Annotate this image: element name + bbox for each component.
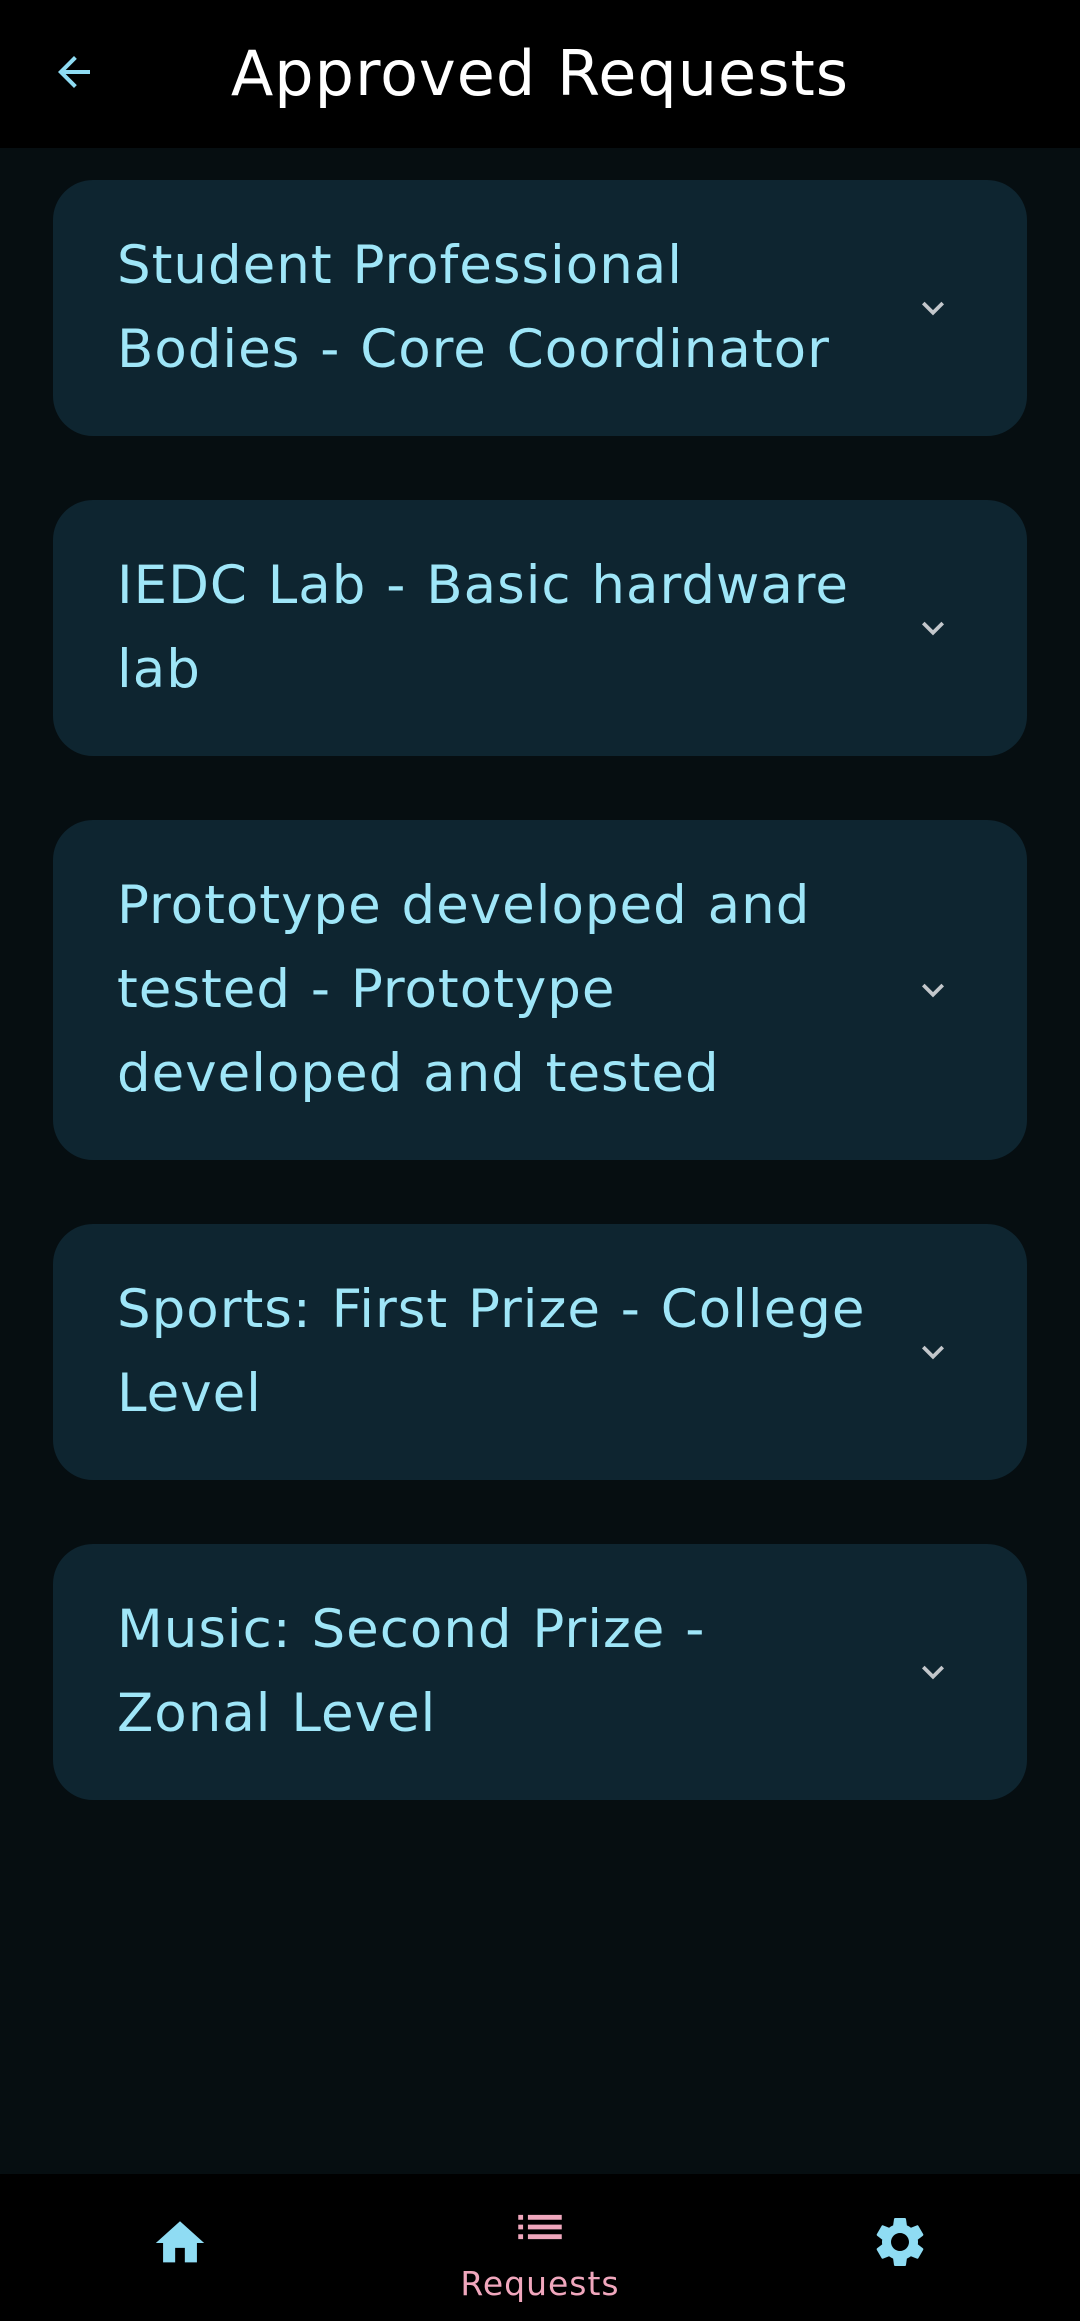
home-icon [155, 2221, 205, 2263]
request-title: IEDC Lab - Basic hardware lab [117, 555, 850, 700]
chevron-down-icon[interactable] [911, 1330, 955, 1374]
page-title: Approved Requests [230, 37, 850, 110]
app-screen: Approved Requests Student Professional B… [0, 0, 1080, 2321]
request-title: Student Professional Bodies - Core Coord… [117, 235, 830, 380]
request-card[interactable]: Sports: First Prize - College Level [53, 1224, 1027, 1480]
bottom-navigation-bar: Requests [0, 2174, 1080, 2321]
approved-requests-list: Student Professional Bodies - Core Coord… [53, 180, 1027, 1864]
nav-label-requests: Requests [460, 2264, 620, 2303]
nav-item-requests[interactable]: Requests [440, 2174, 640, 2321]
chevron-down-icon[interactable] [911, 286, 955, 330]
request-card[interactable]: Music: Second Prize - Zonal Level [53, 1544, 1027, 1800]
nav-item-home[interactable] [80, 2174, 280, 2321]
chevron-down-icon[interactable] [911, 606, 955, 650]
request-title: Prototype developed and tested - Prototy… [117, 875, 811, 1104]
chevron-down-icon[interactable] [911, 1650, 955, 1694]
request-title: Music: Second Prize - Zonal Level [117, 1599, 706, 1744]
request-card[interactable]: IEDC Lab - Basic hardware lab [53, 500, 1027, 756]
nav-item-settings[interactable] [800, 2174, 1000, 2321]
request-title: Sports: First Prize - College Level [117, 1279, 866, 1424]
top-app-bar: Approved Requests [0, 0, 1080, 148]
chevron-down-icon[interactable] [911, 968, 955, 1012]
request-card[interactable]: Student Professional Bodies - Core Coord… [53, 180, 1027, 436]
request-card[interactable]: Prototype developed and tested - Prototy… [53, 820, 1027, 1160]
gear-icon [876, 2218, 924, 2266]
list-icon [518, 2214, 562, 2240]
